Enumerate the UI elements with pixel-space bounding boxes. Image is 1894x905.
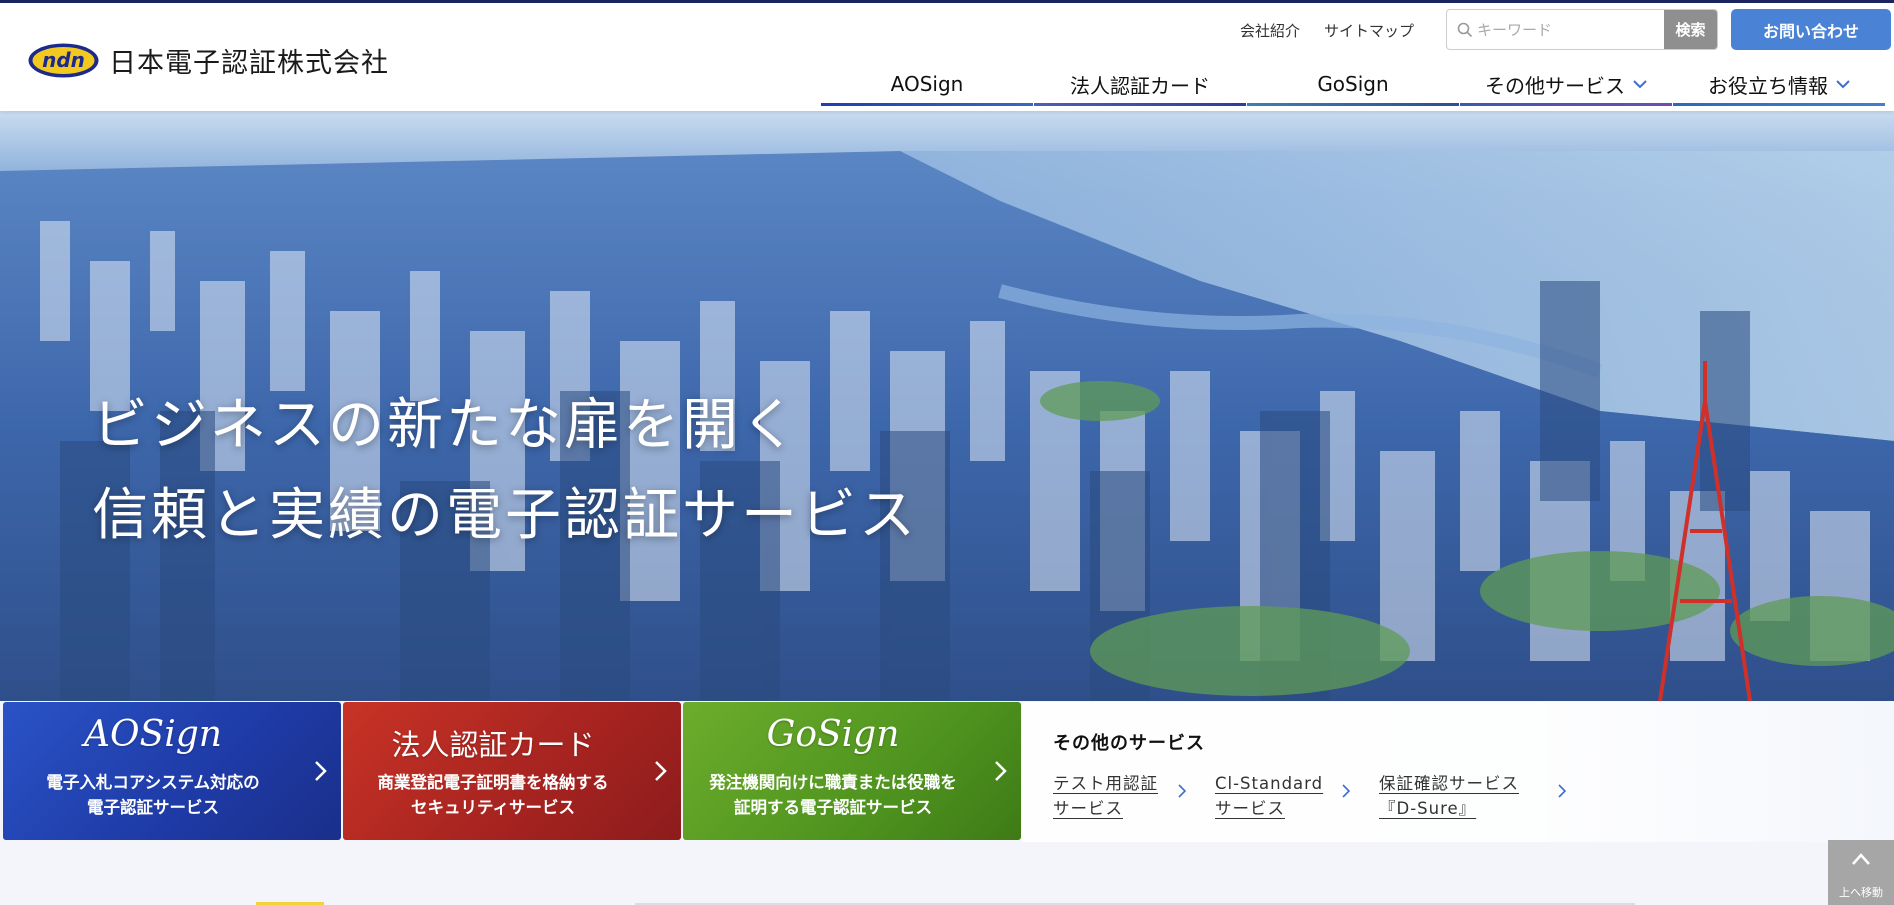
chevron-right-icon [1178, 784, 1187, 798]
search-box: 検索 [1446, 9, 1718, 50]
chevron-right-icon [995, 761, 1007, 781]
back-to-top-label: 上へ移動 [1839, 886, 1883, 899]
hero-headline-line1: ビジネスの新たな扉を開く [92, 393, 800, 458]
nav-item-gosign[interactable]: GoSign [1247, 62, 1459, 106]
nav-item-corporate-card[interactable]: 法人認証カード [1034, 62, 1246, 106]
search-icon [1457, 22, 1473, 37]
search-input[interactable] [1473, 20, 1664, 39]
other-services-panel: その他のサービス テスト用認証 サービス Cl-Standard サービス 保証… [1022, 702, 1894, 842]
aosign-card[interactable]: AOSign 電子入札コアシステム対応の 電子認証サービス [3, 702, 341, 840]
nav-underline [821, 103, 1033, 106]
svg-text:ndn: ndn [42, 48, 85, 72]
search-button[interactable]: 検索 [1664, 10, 1717, 49]
chevron-down-icon [1633, 80, 1647, 89]
company-profile-link[interactable]: 会社紹介 [1240, 20, 1300, 41]
nav-item-label: お役立ち情報 [1708, 73, 1828, 98]
card-subtitle: 発注機関向けに職責または役職を 証明する電子認証サービス [709, 773, 957, 817]
nav-underline [1247, 103, 1459, 106]
chevron-right-icon [315, 761, 327, 781]
card-title: AOSign [84, 714, 222, 755]
card-subtitle: 商業登記電子証明書を格納する セキュリティサービス [377, 773, 609, 817]
card-title: 法人認証カード [391, 728, 595, 762]
nav-item-label: その他サービス [1485, 73, 1625, 98]
hero-headline: ビジネスの新たな扉を開く 信頼と実績の電子認証サービス [92, 381, 918, 561]
d-sure-link[interactable]: 保証確認サービス 『D-Sure』 [1379, 771, 1519, 821]
chevron-down-icon [1836, 80, 1850, 89]
nav-item-label: GoSign [1317, 72, 1389, 96]
hero-banner: ビジネスの新たな扉を開く 信頼と実績の電子認証サービス [0, 111, 1894, 701]
nav-item-label: 法人認証カード [1070, 73, 1210, 98]
nav-item-aosign[interactable]: AOSign [821, 62, 1033, 106]
content-section-start [0, 842, 1894, 905]
site-header: ndn 日本電子認証株式会社 会社紹介 サイトマップ 検索 お問い合わせ AOS… [0, 3, 1894, 111]
corporate-card-card[interactable]: 法人認証カード 商業登記電子証明書を格納する セキュリティサービス [343, 702, 681, 840]
chevron-right-icon [1558, 784, 1567, 798]
test-certificate-link[interactable]: テスト用認証 サービス [1053, 771, 1158, 821]
cl-standard-link[interactable]: Cl-Standard サービス [1215, 771, 1323, 821]
sitemap-link[interactable]: サイトマップ [1324, 20, 1414, 41]
card-title: GoSign [766, 714, 900, 755]
gosign-card[interactable]: GoSign 発注機関向けに職責または役職を 証明する電子認証サービス [683, 702, 1021, 840]
nav-underline [1673, 103, 1885, 106]
nav-underline [1460, 103, 1672, 106]
contact-button[interactable]: お問い合わせ [1731, 9, 1891, 50]
ndn-logo-icon: ndn [28, 43, 99, 78]
nav-item-other-services[interactable]: その他サービス [1460, 62, 1672, 106]
chevron-right-icon [655, 761, 667, 781]
company-name: 日本電子認証株式会社 [109, 48, 389, 79]
card-subtitle: 電子入札コアシステム対応の 電子認証サービス [46, 773, 260, 817]
nav-item-label: AOSign [890, 72, 964, 96]
main-nav: AOSign 法人認証カード GoSign その他サービス お役立ち情報 [821, 62, 1886, 106]
service-cards: AOSign 電子入札コアシステム対応の 電子認証サービス 法人認証カード 商業… [0, 702, 1894, 842]
chevron-up-icon [1852, 853, 1870, 865]
company-logo[interactable]: ndn 日本電子認証株式会社 [28, 41, 389, 80]
chevron-right-icon [1342, 784, 1351, 798]
back-to-top-button[interactable]: 上へ移動 [1828, 840, 1894, 905]
nav-underline [1034, 103, 1246, 106]
other-services-title: その他のサービス [1053, 733, 1205, 754]
hero-headline-line2: 信頼と実績の電子認証サービス [92, 483, 918, 548]
nav-item-useful-info[interactable]: お役立ち情報 [1673, 62, 1885, 106]
